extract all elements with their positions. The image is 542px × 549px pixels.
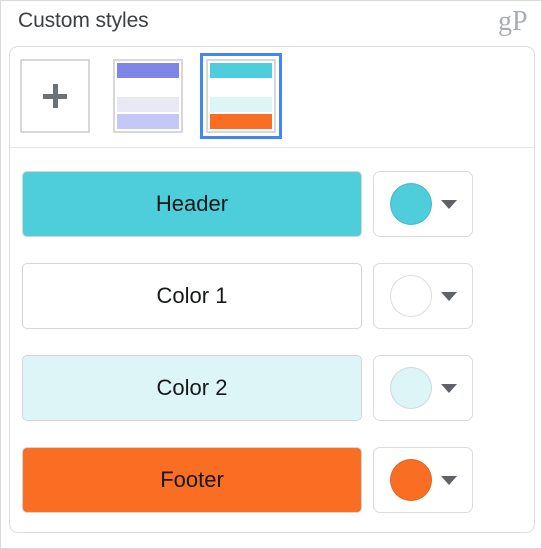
chevron-down-icon — [440, 291, 457, 301]
custom-styles-panel: Custom styles gP Header Color 1 Color 2 … — [0, 0, 542, 549]
swatch-band-color1 — [210, 80, 272, 95]
chevron-down-icon — [440, 199, 457, 209]
color-row-footer: Footer — [22, 446, 522, 514]
page-title: Custom styles — [18, 9, 149, 32]
color-picker-color1[interactable] — [373, 263, 473, 329]
color-bar-label: Header — [155, 191, 229, 216]
color-row-header: Header — [22, 170, 522, 238]
color-circle-icon — [389, 459, 432, 501]
swatch-band-color2 — [117, 97, 179, 112]
color-bar-color1[interactable]: Color 1 — [22, 263, 362, 329]
swatch-band-header — [210, 63, 272, 78]
color-row-color1: Color 1 — [22, 262, 522, 330]
style-swatch-preview — [206, 59, 276, 133]
style-swatch-purple[interactable] — [113, 59, 183, 133]
swatch-band-footer — [117, 114, 179, 129]
style-swatch-strip — [10, 47, 534, 148]
color-bar-label: Color 1 — [156, 283, 228, 308]
color-bar-header[interactable]: Header — [22, 171, 362, 237]
color-circle-icon — [389, 183, 432, 225]
color-bar-label: Color 2 — [156, 375, 228, 400]
watermark-logo: gP — [498, 7, 528, 37]
swatch-band-color1 — [117, 80, 179, 95]
chevron-down-icon — [440, 475, 457, 485]
color-bar-footer[interactable]: Footer — [22, 447, 362, 513]
style-swatch-list — [20, 53, 282, 139]
color-bar-label: Footer — [160, 467, 224, 492]
color-circle-icon — [389, 275, 432, 317]
color-bar-color2[interactable]: Color 2 — [22, 355, 362, 421]
color-row-color2: Color 2 — [22, 354, 522, 422]
style-swatch-preview — [113, 59, 183, 133]
color-row-list: Header Color 1 Color 2 Footer — [10, 148, 534, 532]
swatch-band-footer — [210, 114, 272, 129]
color-picker-header[interactable] — [373, 171, 473, 237]
style-card: Header Color 1 Color 2 Footer — [9, 46, 535, 533]
swatch-band-header — [117, 63, 179, 78]
add-style-button[interactable] — [20, 59, 90, 133]
swatch-band-color2 — [210, 97, 272, 112]
plus-icon-stem — [52, 84, 58, 108]
style-swatch-teal-orange[interactable] — [200, 53, 282, 139]
color-circle-icon — [389, 367, 432, 409]
color-picker-footer[interactable] — [373, 447, 473, 513]
panel-header: Custom styles gP — [1, 1, 542, 47]
color-picker-color2[interactable] — [373, 355, 473, 421]
chevron-down-icon — [440, 383, 457, 393]
